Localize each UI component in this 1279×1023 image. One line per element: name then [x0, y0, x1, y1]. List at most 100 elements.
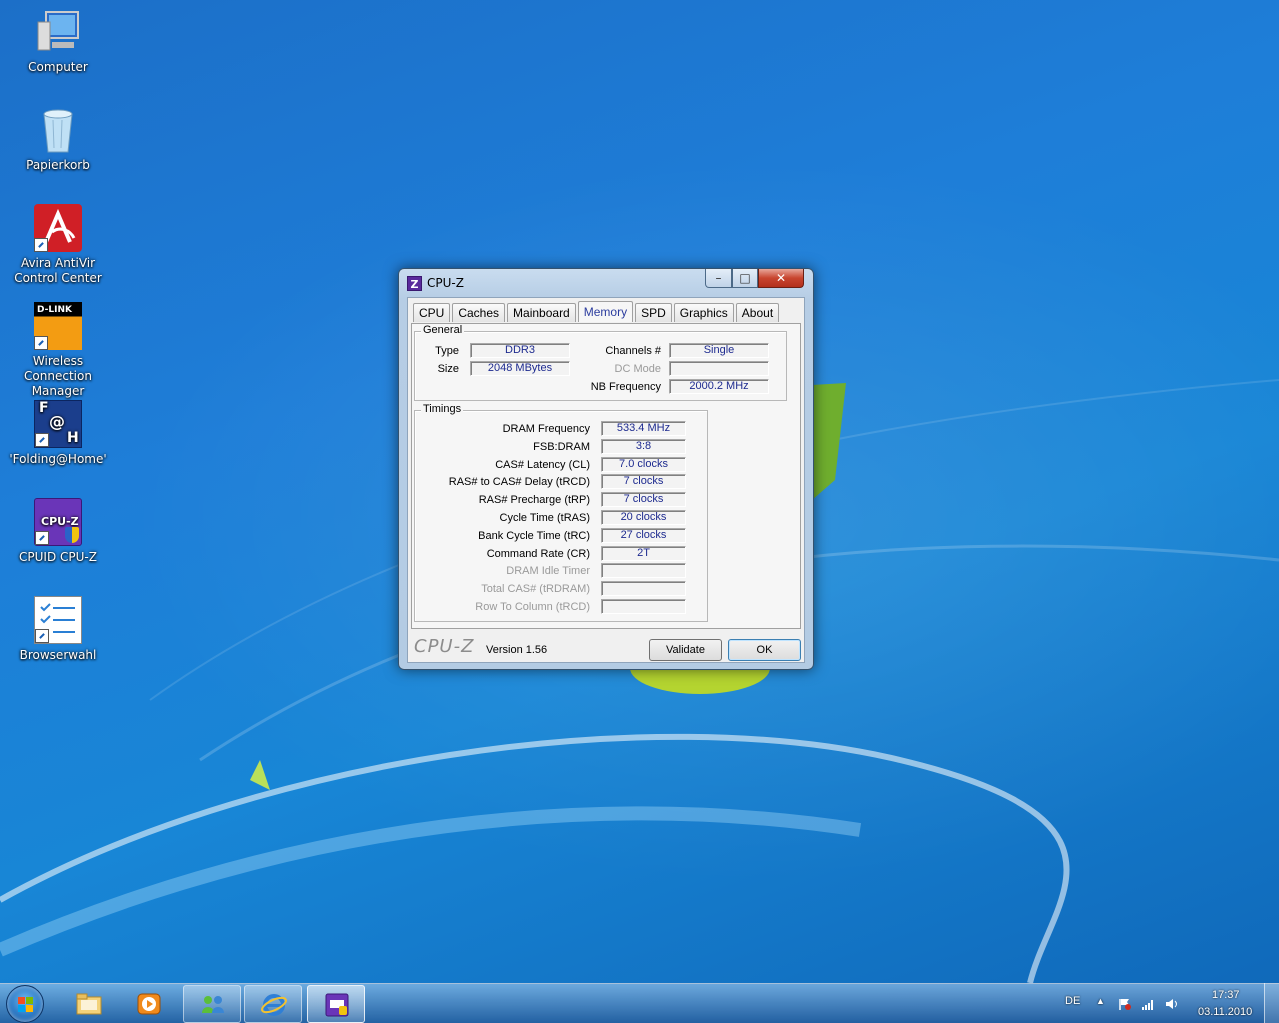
tab-cpu[interactable]: CPU — [413, 303, 451, 322]
taskbar-ie-button[interactable] — [244, 985, 302, 1023]
timing-value — [601, 581, 686, 597]
shortcut-arrow-icon — [34, 238, 48, 252]
shortcut-arrow-icon — [34, 336, 48, 350]
timing-label: Row To Column (tRCD) — [475, 601, 590, 613]
desktop-icon-recycle-bin[interactable]: Papierkorb — [0, 106, 116, 173]
type-label: Type — [435, 345, 459, 357]
timing-value: 7 clocks — [601, 474, 686, 490]
fah-logo-h: H — [67, 430, 79, 446]
desktop-icon-label: Browserwahl — [19, 648, 97, 662]
desktop-icon-avira[interactable]: Avira AntiVir Control Center — [0, 204, 116, 286]
show-hidden-icons-button[interactable]: ▲ — [1096, 996, 1105, 1006]
action-center-flag-icon[interactable] — [1118, 998, 1132, 1010]
dc-mode-value — [669, 361, 769, 376]
desktop-icon-label: Papierkorb — [26, 158, 90, 172]
window-title: CPU-Z — [427, 276, 464, 290]
ok-button[interactable]: OK — [728, 639, 801, 661]
tab-mainboard[interactable]: Mainboard — [507, 303, 576, 322]
internet-explorer-icon — [261, 994, 287, 1016]
timing-value — [601, 599, 686, 614]
media-player-icon — [137, 993, 161, 1015]
general-group: General Type DDR3 Size 2048 MBytes Chann… — [414, 324, 787, 401]
network-icon[interactable] — [1141, 998, 1155, 1010]
tab-graphics[interactable]: Graphics — [673, 303, 734, 322]
cpuz-taskbar-icon — [325, 993, 349, 1017]
timing-label: Bank Cycle Time (tRC) — [478, 529, 590, 542]
timing-label: RAS# Precharge (tRP) — [478, 494, 590, 507]
desktop-icon-label: Avira AntiVir Control Center — [14, 256, 102, 285]
tab-memory[interactable]: Memory — [577, 301, 634, 322]
desktop-icon-label: 'Folding@Home' — [9, 452, 107, 466]
maximize-button[interactable]: □ — [732, 269, 758, 288]
taskbar-cpuz-button[interactable] — [307, 985, 365, 1023]
clock-date[interactable]: 03.11.2010 — [1198, 1006, 1252, 1018]
tab-spd[interactable]: SPD — [635, 303, 672, 322]
timing-value: 2T — [601, 545, 686, 561]
browserwahl-icon — [34, 596, 82, 644]
volume-icon[interactable] — [1165, 998, 1179, 1010]
cpuz-footer-logo: CPU-Z — [414, 636, 475, 657]
timing-label: Total CAS# (tRDRAM) — [481, 583, 590, 596]
cpuz-app-icon[interactable]: Z — [407, 276, 422, 291]
taskbar-media-player-button[interactable] — [120, 985, 178, 1023]
channels-label: Channels # — [605, 345, 661, 357]
dlink-logo-text: D-LINK — [37, 305, 72, 315]
timing-value: 3:8 — [601, 438, 686, 454]
folder-icon — [76, 993, 102, 1015]
memory-tab-panel: General Type DDR3 Size 2048 MBytes Chann… — [411, 323, 801, 629]
size-value: 2048 MBytes — [470, 361, 570, 376]
desktop-icon-cpuz[interactable]: CPU-Z CPUID CPU-Z — [0, 498, 116, 565]
timings-legend: Timings — [421, 403, 464, 415]
dlink-icon: D-LINK — [34, 302, 82, 350]
channels-value: Single — [669, 343, 769, 358]
desktop-icon-folding-at-home[interactable]: F @ H 'Folding@Home' — [0, 400, 116, 467]
dc-mode-label: DC Mode — [614, 363, 661, 375]
title-bar[interactable]: Z CPU-Z – □ ✕ — [399, 269, 813, 295]
desktop-icon-dlink[interactable]: D-LINK Wireless Connection Manager — [0, 302, 116, 399]
desktop-icon-browserwahl[interactable]: Browserwahl — [0, 596, 116, 663]
window-client-area: CPU Caches Mainboard Memory SPD Graphics… — [407, 297, 805, 663]
avira-icon — [34, 204, 82, 252]
timing-label: FSB:DRAM — [533, 440, 590, 453]
taskbar-explorer-button[interactable] — [60, 985, 118, 1023]
desktop-icon-label: Wireless Connection Manager — [24, 354, 92, 398]
size-label: Size — [437, 363, 459, 375]
language-indicator[interactable]: DE — [1065, 995, 1080, 1007]
show-desktop-button[interactable] — [1264, 983, 1279, 1023]
taskbar-messenger-button[interactable] — [183, 985, 241, 1023]
minimize-button[interactable]: – — [705, 269, 732, 288]
fah-logo-f: F — [39, 400, 49, 416]
desktop-icon-computer[interactable]: Computer — [0, 8, 116, 75]
minimize-icon: – — [715, 271, 722, 285]
timings-group: Timings DRAM Frequency 533.4 MHz FSB:DRAM 3… — [414, 403, 708, 622]
fah-logo-at: @ — [49, 412, 65, 431]
taskbar: DE ▲ 17:37 03.11.2010 — [0, 983, 1279, 1023]
nb-frequency-value: 2000.2 MHz — [669, 379, 769, 394]
timing-label: Cycle Time (tRAS) — [499, 512, 590, 524]
shortcut-arrow-icon — [35, 433, 49, 447]
timing-label: RAS# to CAS# Delay (tRCD) — [448, 476, 590, 489]
timing-value: 20 clocks — [601, 510, 686, 525]
folding-at-home-icon: F @ H — [34, 400, 82, 448]
shortcut-arrow-icon — [35, 629, 49, 643]
type-value: DDR3 — [470, 343, 570, 358]
timing-label: CAS# Latency (CL) — [495, 458, 590, 471]
tab-about[interactable]: About — [735, 303, 780, 322]
recycle-bin-icon — [34, 106, 82, 154]
cpuz-icon: CPU-Z — [34, 498, 82, 546]
windows-logo-icon — [18, 997, 34, 1013]
validate-button[interactable]: Validate — [649, 639, 722, 661]
cpuz-window[interactable]: Z CPU-Z – □ ✕ CPU Caches Mainboard Memor… — [398, 268, 814, 670]
close-icon: ✕ — [775, 271, 787, 285]
nb-frequency-label: NB Frequency — [590, 381, 661, 393]
close-button[interactable]: ✕ — [758, 269, 804, 288]
start-button[interactable] — [6, 985, 44, 1023]
timing-value — [601, 563, 686, 579]
shortcut-arrow-icon — [35, 531, 49, 545]
tab-caches[interactable]: Caches — [452, 303, 506, 322]
timing-label: DRAM Idle Timer — [506, 565, 590, 578]
messenger-icon — [202, 996, 224, 1013]
maximize-icon: □ — [739, 271, 751, 285]
timing-value: 533.4 MHz — [601, 421, 686, 436]
clock-time[interactable]: 17:37 — [1212, 989, 1240, 1001]
